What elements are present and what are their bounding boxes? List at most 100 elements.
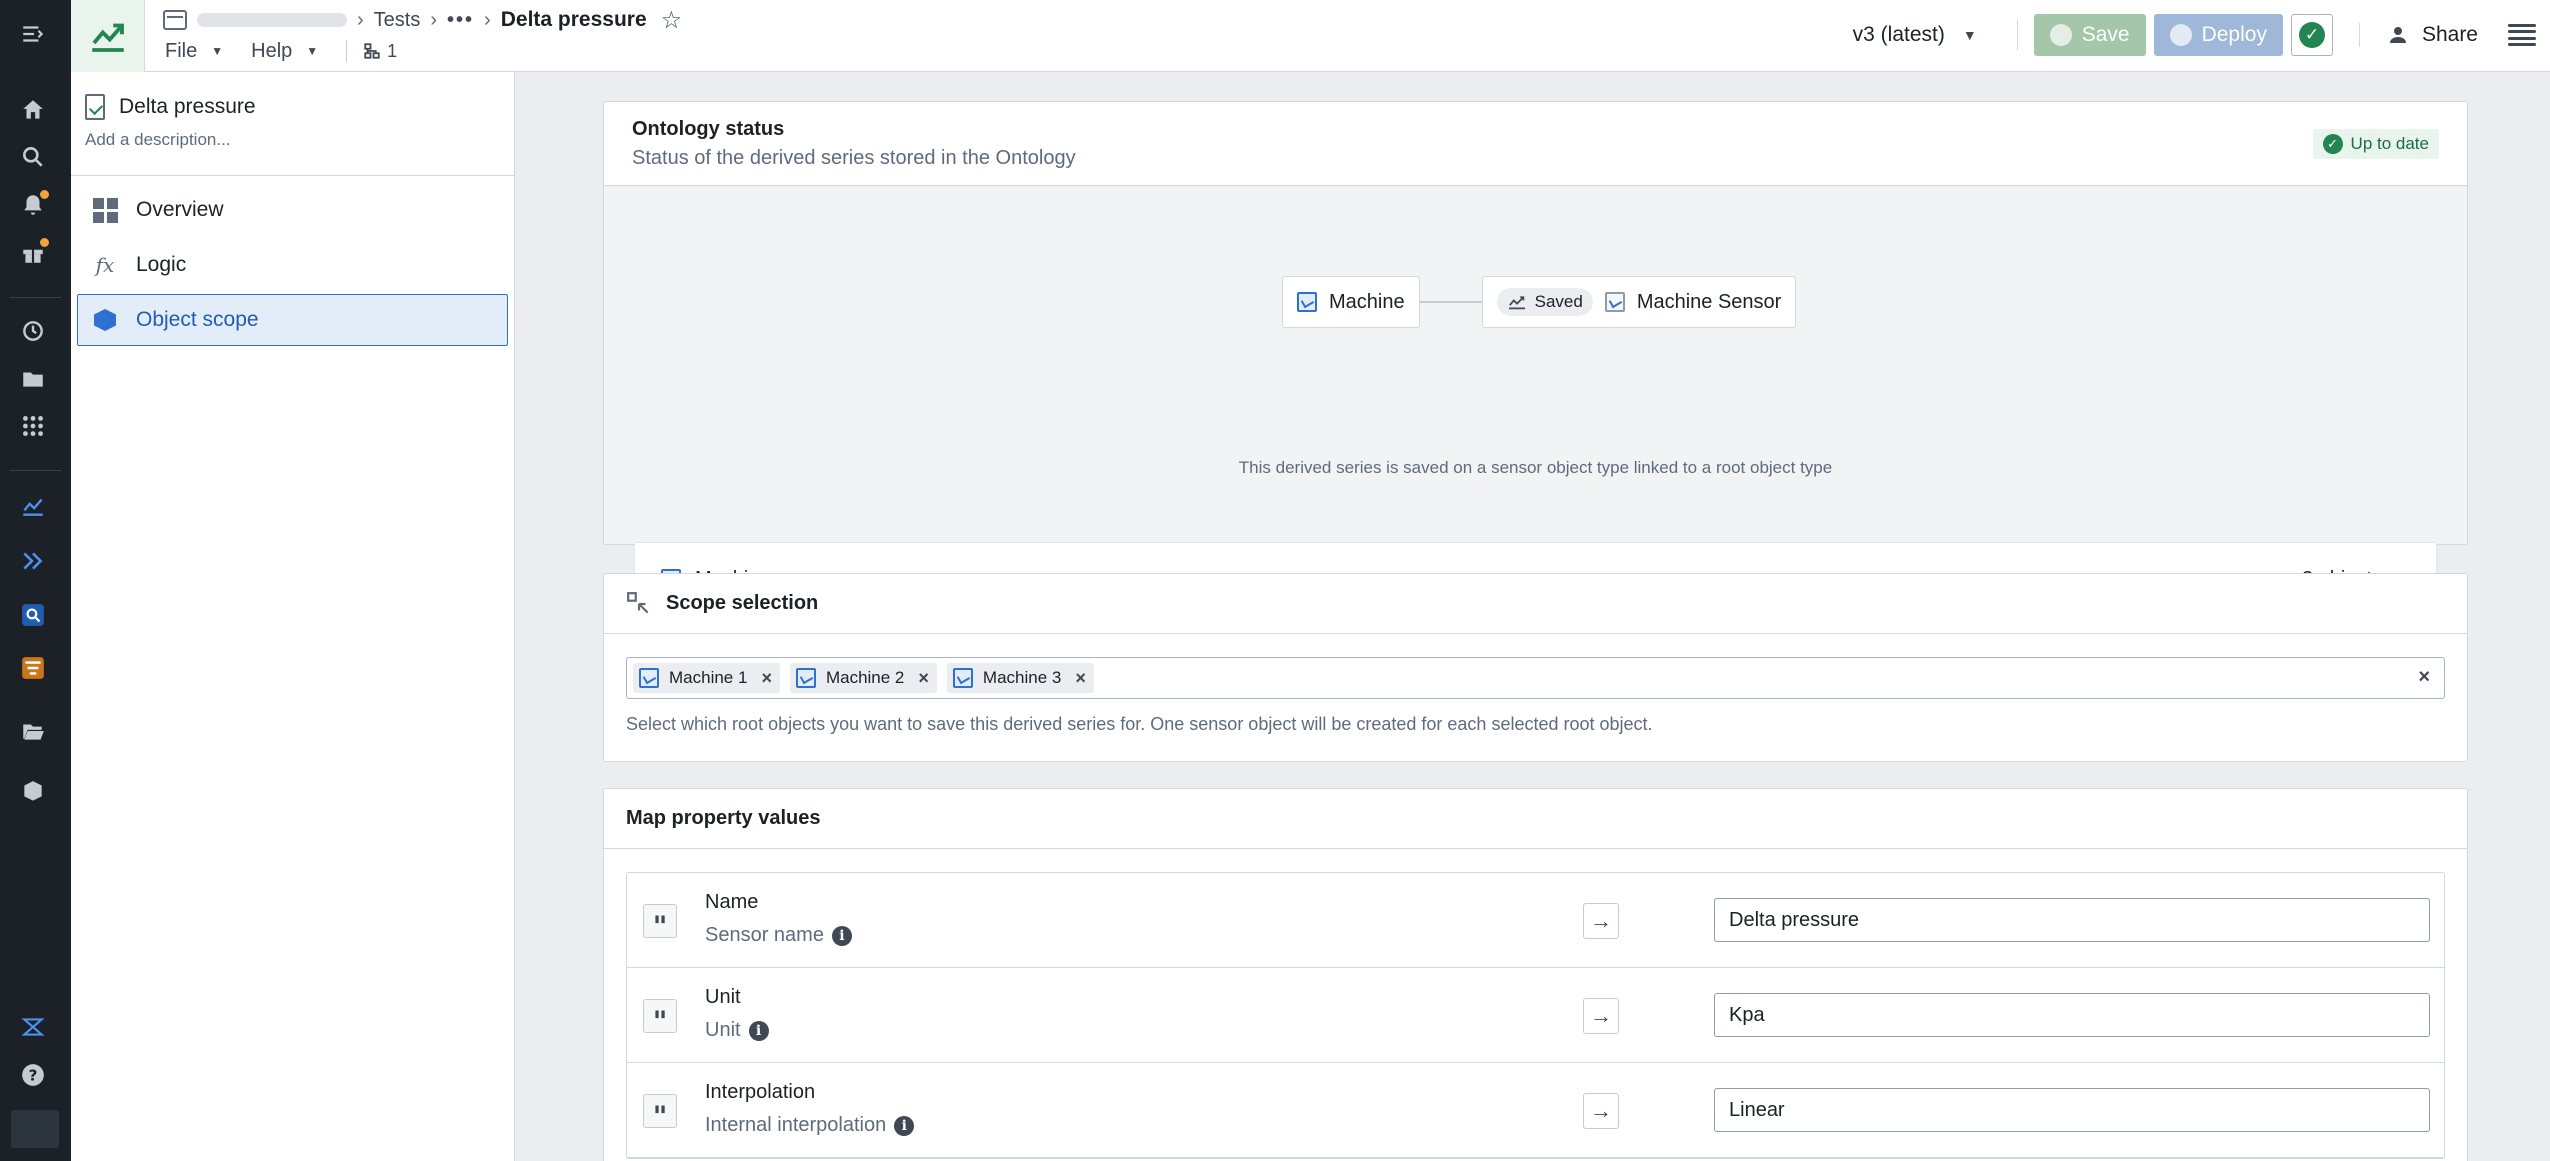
sensor-object-node[interactable]: Saved Machine Sensor (1481, 276, 1797, 328)
branch-indicator[interactable]: 1 (346, 40, 397, 62)
sidebar-item-object-scope[interactable]: Object scope (77, 294, 508, 346)
folder-icon[interactable] (18, 364, 48, 394)
open-folder-icon[interactable] (18, 716, 48, 746)
sidebar-item-label: Logic (136, 253, 187, 276)
menu-bar: File ▼ Help ▼ 1 (165, 36, 397, 66)
cube-icon (2169, 24, 2192, 46)
save-button[interactable]: Save (2033, 14, 2146, 56)
sensor-type-icon (1604, 292, 1625, 312)
root-object-node[interactable]: Machine (1282, 276, 1420, 328)
status-badge: ✓ Up to date (2312, 129, 2439, 159)
sidebar-title[interactable]: Delta pressure (119, 95, 256, 119)
property-value-input[interactable] (1714, 993, 2430, 1037)
version-label: v3 (latest) (1852, 23, 1945, 46)
saved-label: Saved (1534, 292, 1583, 311)
check-circle-icon: ✓ (2298, 22, 2325, 48)
sensor-object-label: Machine Sensor (1636, 290, 1782, 313)
sidebar: Delta pressure Add a description... Over… (71, 72, 515, 1161)
saved-badge: Saved (1496, 288, 1593, 316)
chevron-right-icon: › (430, 8, 438, 31)
version-select[interactable]: v3 (latest) ▼ (1853, 23, 1977, 47)
sidebar-nav: Overview fx Logic Object scope (71, 176, 514, 357)
user-avatar[interactable] (11, 1110, 59, 1148)
info-icon[interactable]: i (748, 1020, 769, 1041)
star-icon[interactable]: ☆ (661, 6, 683, 35)
help-icon[interactable]: ? (18, 1060, 48, 1090)
breadcrumb-more[interactable]: ••• (447, 9, 474, 32)
home-icon[interactable] (18, 95, 48, 125)
clear-all-icon[interactable]: × (2418, 666, 2430, 689)
scope-tag-label: Machine 1 (669, 668, 748, 687)
file-menu[interactable]: File ▼ (165, 40, 223, 63)
property-value-input[interactable] (1714, 898, 2430, 942)
property-row: " Name Sensor name i → (627, 873, 2444, 968)
object-explorer-app-icon[interactable] (18, 600, 48, 630)
folder-icon (163, 10, 187, 30)
property-value-input[interactable] (1714, 1088, 2430, 1132)
arrow-right-icon: → (1583, 998, 1619, 1034)
scope-select-icon (626, 591, 652, 617)
expand-menu-icon[interactable] (18, 19, 48, 49)
sidebar-item-label: Object scope (136, 308, 259, 331)
caret-down-icon: ▼ (1962, 27, 1977, 43)
pipeline-app-icon[interactable] (18, 546, 48, 576)
sidebar-item-logic[interactable]: fx Logic (77, 239, 508, 291)
branch-count: 1 (387, 40, 398, 61)
object-link-graph: Machine Saved Machine Sensor (1282, 276, 1797, 328)
main-content: Ontology status Status of the derived se… (516, 72, 2550, 1161)
apps-grid-icon[interactable] (18, 411, 48, 441)
object-type-icon (639, 668, 659, 688)
svg-text:?: ? (29, 1066, 38, 1084)
string-type-icon[interactable]: " (643, 1094, 677, 1131)
info-icon[interactable]: i (831, 925, 852, 946)
property-row: " Unit Unit i → (627, 968, 2444, 1063)
string-type-icon[interactable]: " (643, 999, 677, 1036)
object-type-icon (1297, 292, 1317, 312)
cube-icon (92, 307, 118, 333)
sidebar-item-overview[interactable]: Overview (77, 184, 508, 236)
graph-caption: This derived series is saved on a sensor… (1238, 458, 1833, 477)
deploy-button[interactable]: Deploy (2153, 14, 2283, 56)
timeseries-app-icon[interactable] (18, 491, 48, 521)
remove-tag-icon[interactable]: × (761, 668, 772, 689)
series-doc-icon (85, 94, 105, 120)
ontology-graph-area: Machine Saved Machine Sensor This derive… (604, 186, 2467, 616)
sidebar-item-label: Overview (136, 198, 224, 221)
foundry-logo-icon[interactable] (18, 1012, 48, 1042)
app-rail: ? (0, 0, 71, 1161)
object-type-icon (952, 668, 973, 688)
breadcrumb-redacted[interactable] (197, 13, 347, 27)
gift-icon[interactable] (18, 238, 49, 268)
contour-app-icon[interactable] (18, 653, 48, 683)
scope-tag-label: Machine 3 (982, 668, 1062, 687)
remove-tag-icon[interactable]: × (1075, 668, 1086, 689)
scope-tag-input[interactable]: Machine 1 × Machine 2 × Machine 3 × × (626, 657, 2445, 699)
remove-tag-icon[interactable]: × (918, 668, 929, 689)
file-menu-label: File (165, 39, 198, 62)
deploy-label: Deploy (2201, 23, 2267, 46)
notifications-icon[interactable] (18, 190, 49, 220)
help-menu[interactable]: Help ▼ (251, 40, 318, 63)
scope-tag: Machine 3 × (946, 663, 1094, 693)
card-title: Ontology status (632, 118, 785, 140)
history-icon[interactable] (18, 316, 48, 346)
upload-icon (2049, 24, 2072, 46)
properties-panel-icon[interactable] (2508, 21, 2536, 49)
property-name: Unit (705, 986, 741, 1008)
description-field[interactable]: Add a description... (85, 130, 500, 150)
trend-icon (91, 23, 124, 52)
scope-tag: Machine 1 × (633, 663, 780, 693)
link-line (1419, 301, 1482, 303)
string-type-icon[interactable]: " (643, 904, 677, 941)
save-label: Save (2081, 23, 2130, 46)
root-object-label: Machine (1329, 290, 1405, 313)
breadcrumb-folder[interactable]: Tests (374, 9, 421, 32)
share-button[interactable]: Share (2358, 23, 2478, 47)
object-type-icon (795, 668, 816, 688)
info-icon[interactable]: i (894, 1115, 915, 1136)
checks-button[interactable]: ✓ (2290, 14, 2333, 56)
scope-tag: Machine 2 × (789, 663, 937, 693)
trend-icon (1508, 296, 1525, 310)
marketplace-icon[interactable] (18, 777, 48, 807)
search-icon[interactable] (18, 142, 48, 172)
